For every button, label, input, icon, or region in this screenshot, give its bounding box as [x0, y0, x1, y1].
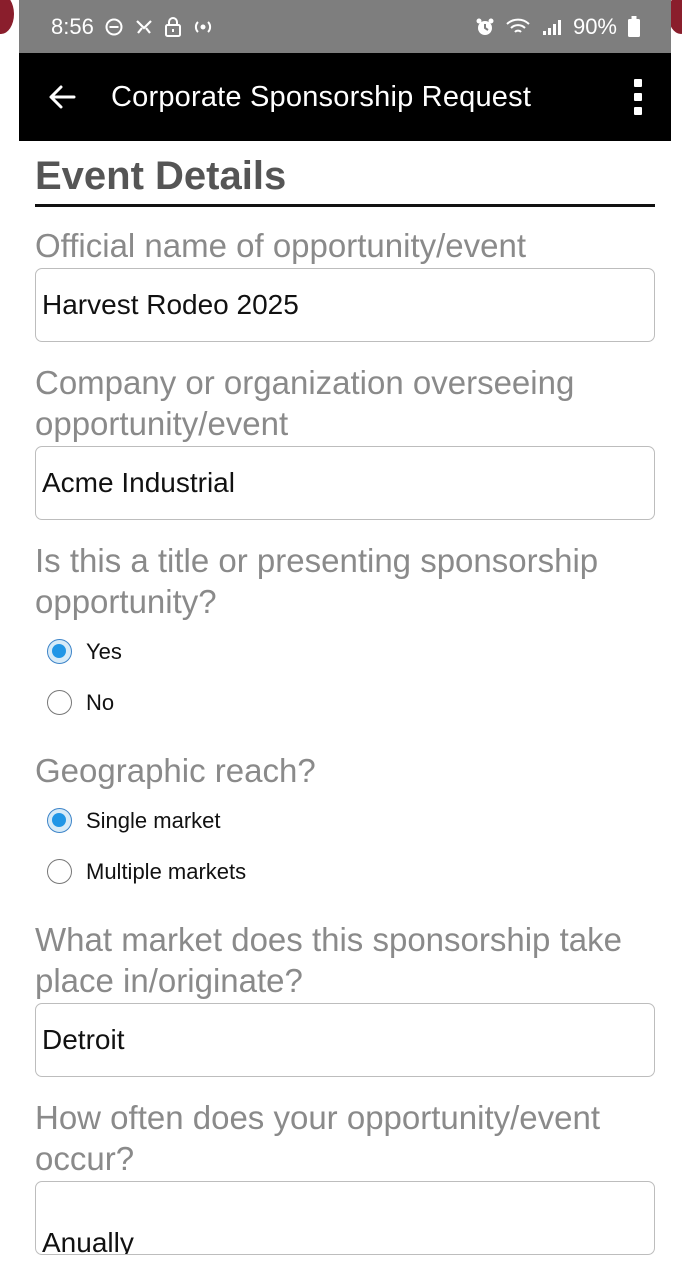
official-name-input[interactable]: Harvest Rodeo 2025 [35, 268, 655, 342]
radio-option-yes[interactable]: Yes [47, 626, 655, 677]
app-bar: Corporate Sponsorship Request [19, 53, 671, 141]
form: Event Details Official name of opportuni… [35, 141, 655, 1275]
activity-icon [136, 19, 152, 34]
overflow-menu-icon[interactable] [633, 79, 643, 115]
radio-unchecked-icon [47, 690, 72, 715]
signal-icon [542, 19, 561, 35]
battery-percentage: 90% [572, 13, 617, 39]
radio-option-single-market[interactable]: Single market [47, 795, 655, 846]
geographic-reach-radio-group: Single market Multiple markets [47, 795, 655, 897]
radio-checked-icon [47, 639, 72, 664]
do-not-disturb-icon [105, 18, 123, 35]
radio-label: No [86, 689, 115, 715]
status-time: 8:56 [51, 13, 94, 39]
title-sponsorship-label: Is this a title or presenting sponsorshi… [35, 542, 599, 620]
radio-checked-icon [47, 808, 72, 833]
status-bar-right: 90% [475, 14, 641, 40]
radio-label: Multiple markets [86, 858, 247, 884]
battery-icon [628, 15, 640, 37]
lock-icon [164, 16, 181, 37]
status-bar: 8:56 90% [19, 0, 671, 53]
market-label: What market does this sponsorship take p… [35, 921, 622, 999]
app-bar-title: Corporate Sponsorship Request [111, 80, 532, 113]
section-title: Event Details [35, 141, 655, 207]
radio-label: Single market [86, 807, 221, 833]
company-input[interactable]: Acme Industrial [35, 446, 655, 520]
radio-label: Yes [86, 638, 122, 664]
wifi-icon [506, 18, 530, 33]
market-input[interactable]: Detroit [35, 1003, 655, 1077]
status-bar-left: 8:56 [51, 14, 214, 40]
radio-option-multiple-markets[interactable]: Multiple markets [47, 846, 655, 897]
frequency-label: How often does your opportunity/event oc… [35, 1099, 601, 1177]
radio-option-no[interactable]: No [47, 677, 655, 728]
official-name-label: Official name of opportunity/event [35, 227, 527, 264]
radio-unchecked-icon [47, 859, 72, 884]
frequency-select[interactable]: Anually [35, 1181, 655, 1255]
alarm-icon [476, 18, 494, 35]
broadcast-icon [194, 20, 211, 33]
title-sponsorship-radio-group: Yes No [47, 626, 655, 728]
company-label: Company or organization overseeing oppor… [35, 364, 575, 442]
back-arrow-icon[interactable] [47, 82, 77, 112]
corner-accent [0, 0, 14, 34]
geographic-reach-label: Geographic reach? [35, 752, 316, 789]
